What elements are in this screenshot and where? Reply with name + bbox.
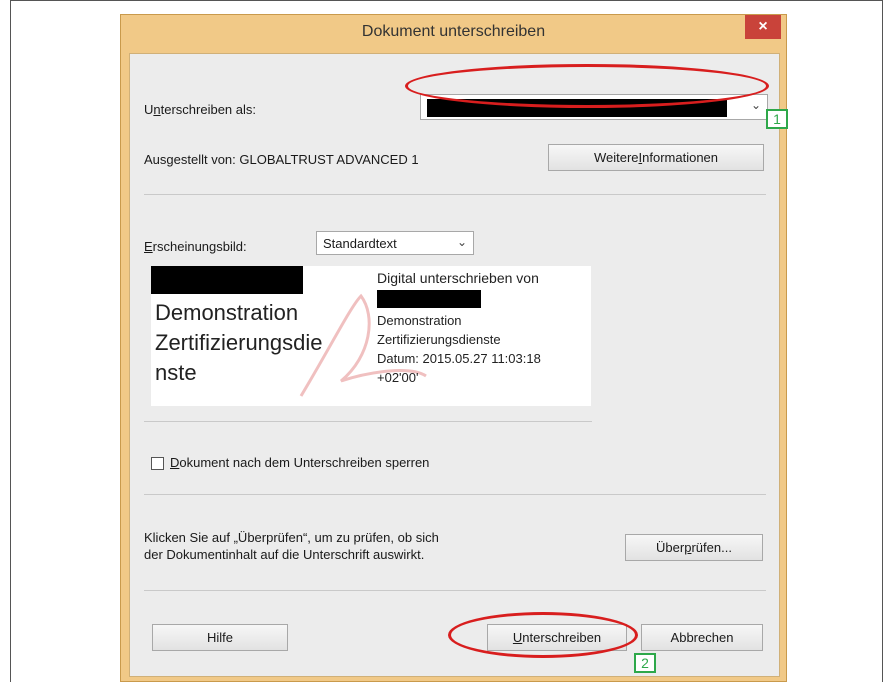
frame-top-line <box>10 0 883 1</box>
dialog-client-area: Unterschreiben als: ⌄ Ausgestellt von: G… <box>129 53 780 677</box>
title-bar: Dokument unterschreiben × <box>121 15 786 53</box>
separator-3 <box>144 494 766 495</box>
sign-as-label: Unterschreiben als: <box>144 102 257 117</box>
help-button[interactable]: Hilfe <box>152 624 288 651</box>
preview-name-line1: Demonstration <box>155 300 299 325</box>
preview-tz: +02'00' <box>377 370 419 385</box>
review-hint-line1: Klicken Sie auf „Überprüfen“, um zu prüf… <box>144 530 439 545</box>
dialog-title: Dokument unterschreiben <box>361 23 546 40</box>
preview-org-line1: Demonstration <box>377 313 462 328</box>
separator-4 <box>144 590 766 591</box>
preview-signed-by: Digital unterschrieben von <box>377 270 539 286</box>
redacted-signer-name <box>151 266 303 294</box>
appearance-selected: Standardtext <box>323 236 397 251</box>
lock-document-label[interactable]: Dokument nach dem Unterschreiben sperren <box>170 455 429 470</box>
frame-right-line <box>882 0 883 682</box>
annotation-ellipse-sign-as <box>405 64 769 108</box>
preview-name-line3: nste <box>155 360 197 385</box>
annotation-marker-1: 1 <box>766 109 788 129</box>
preview-org-line2: Zertifizierungsdienste <box>377 332 501 347</box>
preview-date: Datum: 2015.05.27 11:03:18 <box>377 351 541 366</box>
annotation-marker-2: 2 <box>634 653 656 673</box>
close-button[interactable]: × <box>745 15 781 39</box>
chevron-down-icon: ⌄ <box>456 235 467 249</box>
redacted-signer-small <box>377 290 481 308</box>
signature-preview: Demonstration Zertifizierungsdie nste Di… <box>151 266 591 406</box>
annotation-ellipse-sign-button <box>448 612 638 658</box>
separator-1 <box>144 194 766 195</box>
lock-document-checkbox[interactable] <box>151 457 164 470</box>
review-button[interactable]: Über p rüfen... <box>625 534 763 561</box>
frame-left-line <box>10 0 11 682</box>
chevron-down-icon: ⌄ <box>750 98 761 112</box>
appearance-dropdown[interactable]: Standardtext ⌄ <box>316 231 474 255</box>
more-info-button[interactable]: Weitere Informationen <box>548 144 764 171</box>
issuer-text: Ausgestellt von: GLOBALTRUST ADVANCED 1 <box>144 152 419 167</box>
sign-document-dialog: Dokument unterschreiben × Unterschreiben… <box>120 14 787 682</box>
close-icon: × <box>758 18 768 35</box>
separator-2 <box>144 421 592 422</box>
appearance-label: Erscheinungsbild: <box>144 239 247 254</box>
preview-name-line2: Zertifizierungsdie <box>155 330 323 355</box>
cancel-button[interactable]: Abbrechen <box>641 624 763 651</box>
review-hint-line2: der Dokumentinhalt auf die Unterschrift … <box>144 547 425 562</box>
